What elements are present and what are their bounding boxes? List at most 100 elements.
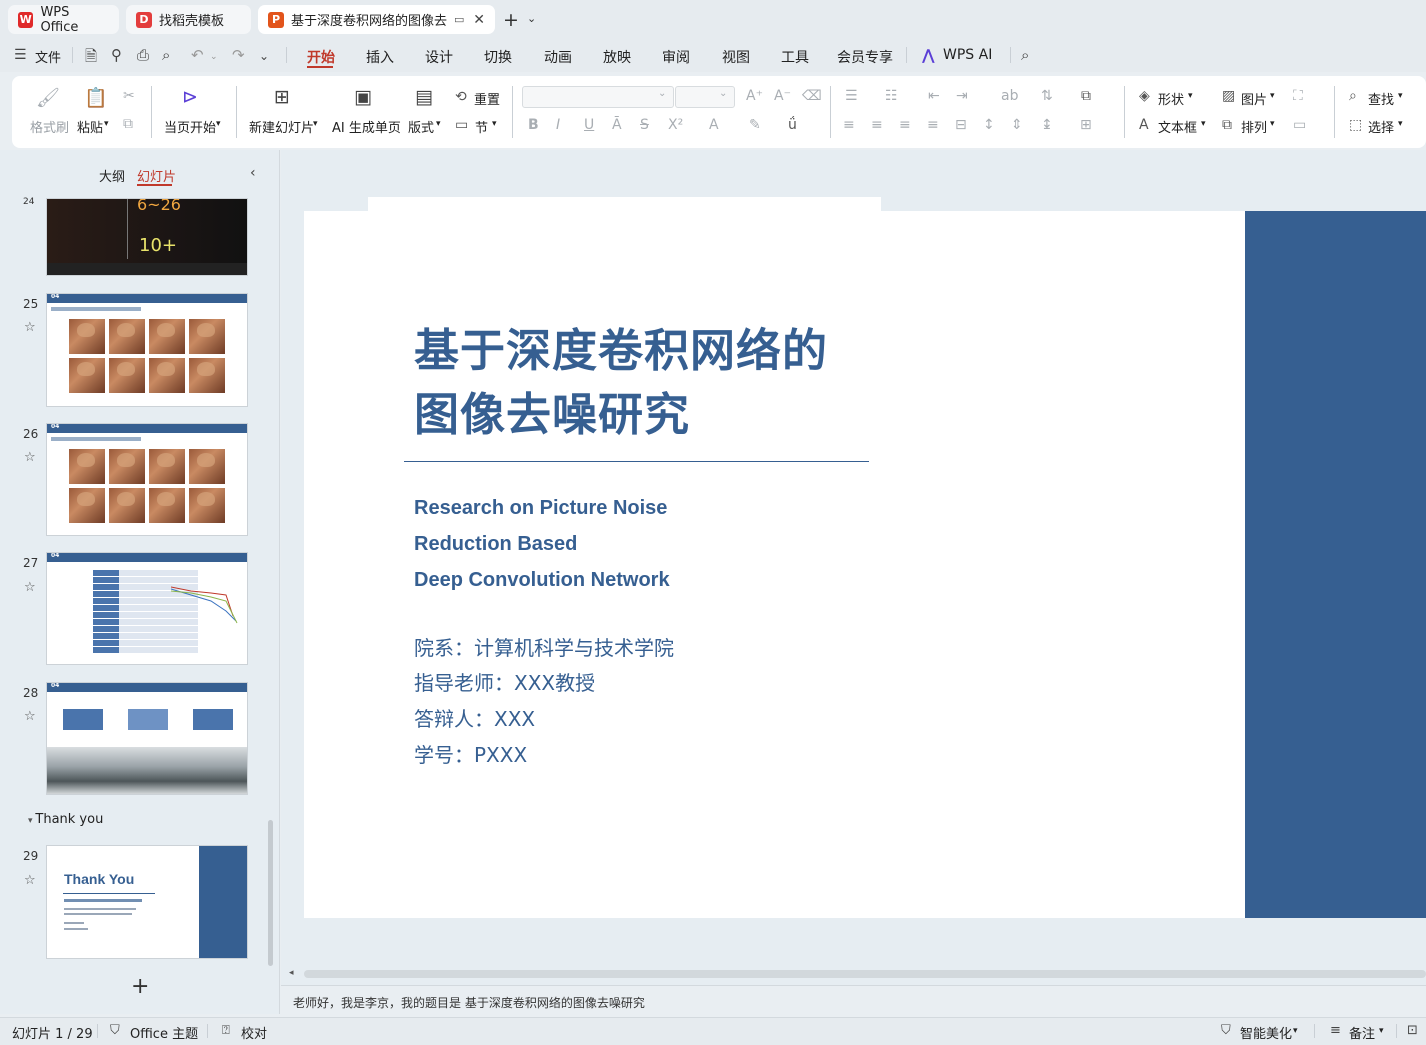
italic-icon[interactable]: I [556, 117, 560, 133]
find-button[interactable]: 查找 [1368, 89, 1394, 108]
text-align-icon[interactable]: ↨ [1041, 117, 1053, 133]
slide-english-title-line-3[interactable]: Deep Convolution Network [414, 569, 670, 592]
slide-thumbnail-24[interactable]: 6~26 10+ [46, 198, 248, 276]
underline-icon[interactable]: U [584, 117, 594, 133]
slide-info-presenter[interactable]: 答辩人：XXX [414, 703, 535, 732]
menu-view[interactable]: 视图 [722, 47, 750, 67]
copy-icon[interactable]: ⧉ [123, 116, 133, 132]
textbox-button[interactable]: 文本框 [1158, 117, 1197, 136]
undo-icon[interactable]: ↶ [191, 46, 204, 64]
menu-tools[interactable]: 工具 [781, 47, 809, 67]
sort-icon[interactable]: ⇅ [1041, 88, 1053, 104]
tab-wps-office[interactable]: W WPS Office [8, 5, 119, 35]
align-right-icon[interactable]: ≡ [899, 117, 911, 133]
tab-outline[interactable]: 大纲 [99, 166, 125, 185]
layout-icon[interactable]: ▤ [415, 86, 433, 108]
play-from-current-button[interactable]: 当页开始 [164, 117, 216, 136]
slide-thumbnail-25[interactable]: 04 [46, 293, 248, 407]
reset-button[interactable]: 重置 [474, 89, 500, 108]
chevron-down-icon[interactable]: ⌄ [259, 49, 269, 63]
menu-file[interactable]: 文件 [35, 47, 61, 66]
font-color-icon[interactable]: A [709, 117, 719, 133]
new-tab-icon[interactable]: + [503, 9, 519, 31]
chevron-down-icon[interactable]: ▾ [1201, 119, 1206, 129]
add-slide-icon[interactable]: + [131, 974, 149, 999]
menu-animation[interactable]: 动画 [544, 47, 572, 67]
layout-button[interactable]: 版式 [408, 117, 434, 136]
section-header[interactable]: ▾ Thank you [28, 812, 103, 827]
slide-title-line-2[interactable]: 图像去噪研究 [414, 378, 690, 443]
menu-transition[interactable]: 切换 [484, 47, 512, 67]
line-spacing-icon[interactable]: ↕ [983, 117, 995, 133]
font-name-select[interactable] [522, 86, 674, 108]
smart-beautify-button[interactable]: 智能美化 [1240, 1023, 1292, 1042]
view-icon[interactable]: ⊡ [1407, 1023, 1418, 1038]
chevron-down-icon[interactable]: ▾ [1398, 119, 1403, 129]
menu-review[interactable]: 审阅 [662, 47, 690, 67]
align-left-icon[interactable]: ≡ [843, 117, 855, 133]
horizontal-scrollbar[interactable] [304, 970, 1426, 978]
slide-info-department[interactable]: 院系：计算机科学与技术学院 [414, 632, 674, 661]
reset-icon[interactable]: ⟲ [455, 89, 467, 105]
numbered-list-icon[interactable]: ☷ [885, 88, 898, 104]
arrange-button[interactable]: 排列 [1241, 117, 1267, 136]
slide-thumbnail-28[interactable]: 04 [46, 682, 248, 795]
tab-template-store[interactable]: D 找稻壳模板 [126, 5, 251, 34]
increase-indent-icon[interactable]: ⇥ [956, 88, 968, 104]
screen-icon[interactable]: ▭ [454, 13, 464, 26]
chevron-down-icon[interactable]: ▾ [492, 119, 497, 129]
chevron-down-icon[interactable]: ▾ [104, 119, 109, 129]
speaker-notes[interactable]: 老师好，我是李京，我的题目是 基于深度卷积网络的图像去噪研究 [281, 985, 1426, 1017]
save-icon[interactable]: 🗎 [85, 46, 97, 71]
notes-text[interactable]: 老师好，我是李京，我的题目是 基于深度卷积网络的图像去噪研究 [293, 994, 645, 1011]
phonetic-icon[interactable]: ǘ [788, 117, 797, 133]
proofread-button[interactable]: 校对 [241, 1023, 267, 1042]
menu-slideshow[interactable]: 放映 [603, 47, 631, 67]
increase-font-icon[interactable]: A⁺ [746, 88, 763, 104]
slide-thumbnail-26[interactable]: 04 [46, 423, 248, 536]
print-preview-icon[interactable]: ⌕ [162, 46, 170, 64]
search-icon[interactable]: ⌕ [1349, 88, 1357, 104]
select-button[interactable]: 选择 [1368, 117, 1394, 136]
chevron-down-icon[interactable]: ⌄ [210, 52, 218, 62]
chevron-down-icon[interactable]: ▾ [1398, 91, 1403, 101]
clear-format-icon[interactable]: ⌫ [802, 88, 822, 104]
section-button[interactable]: 节 [475, 117, 488, 136]
shape-icon[interactable]: ◈ [1139, 88, 1150, 104]
picture-button[interactable]: 图片 [1241, 89, 1267, 108]
slide-indicator[interactable]: 幻灯片 1 / 29 [12, 1023, 93, 1042]
align-center-icon[interactable]: ≡ [871, 117, 883, 133]
menu-insert[interactable]: 插入 [366, 47, 394, 67]
convert-icon[interactable]: ⧉ [1081, 88, 1091, 104]
slide-info-student-id[interactable]: 学号：PXXX [414, 739, 527, 768]
wps-ai-icon[interactable]: ⋀ [922, 46, 935, 64]
select-icon[interactable]: ⬚ [1349, 117, 1362, 133]
bold-icon[interactable]: B [528, 117, 539, 133]
chevron-down-icon[interactable]: ▾ [1270, 119, 1275, 129]
notes-toggle[interactable]: 备注 [1349, 1023, 1375, 1042]
menu-member[interactable]: 会员专享 [837, 47, 893, 67]
chevron-down-icon[interactable]: ⌄ [527, 12, 536, 25]
ai-generate-icon[interactable]: ▣ [354, 86, 372, 108]
ai-generate-page-button[interactable]: AI 生成单页 [332, 117, 401, 136]
chevron-down-icon[interactable]: ▾ [313, 119, 318, 129]
superscript-icon[interactable]: X² [668, 117, 683, 133]
star-icon[interactable]: ☆ [24, 450, 36, 465]
cut-icon[interactable]: ✂ [123, 88, 135, 104]
chevron-down-icon[interactable]: ▾ [436, 119, 441, 129]
chevron-down-icon[interactable]: ▾ [1270, 91, 1275, 101]
slide-english-title-line-1[interactable]: Research on Picture Noise [414, 497, 667, 520]
decrease-indent-icon[interactable]: ⇤ [928, 88, 940, 104]
distribute-icon[interactable]: ⊟ [955, 117, 967, 133]
print-icon[interactable]: ⎙ [137, 46, 149, 64]
menu-design[interactable]: 设计 [425, 47, 453, 67]
key-icon[interactable]: ⚲ [111, 46, 122, 64]
section-icon[interactable]: ▭ [455, 117, 468, 133]
close-tab-icon[interactable]: ✕ [473, 12, 485, 28]
textbox-icon[interactable]: A [1139, 117, 1149, 133]
highlight-icon[interactable]: ✎ [749, 117, 761, 133]
search-icon[interactable]: ⌕ [1021, 46, 1029, 64]
chevron-down-icon[interactable]: ▾ [1379, 1026, 1384, 1036]
slide-thumbnail-27[interactable]: 04 [46, 552, 248, 665]
text-direction-icon[interactable]: ab [1001, 88, 1018, 104]
